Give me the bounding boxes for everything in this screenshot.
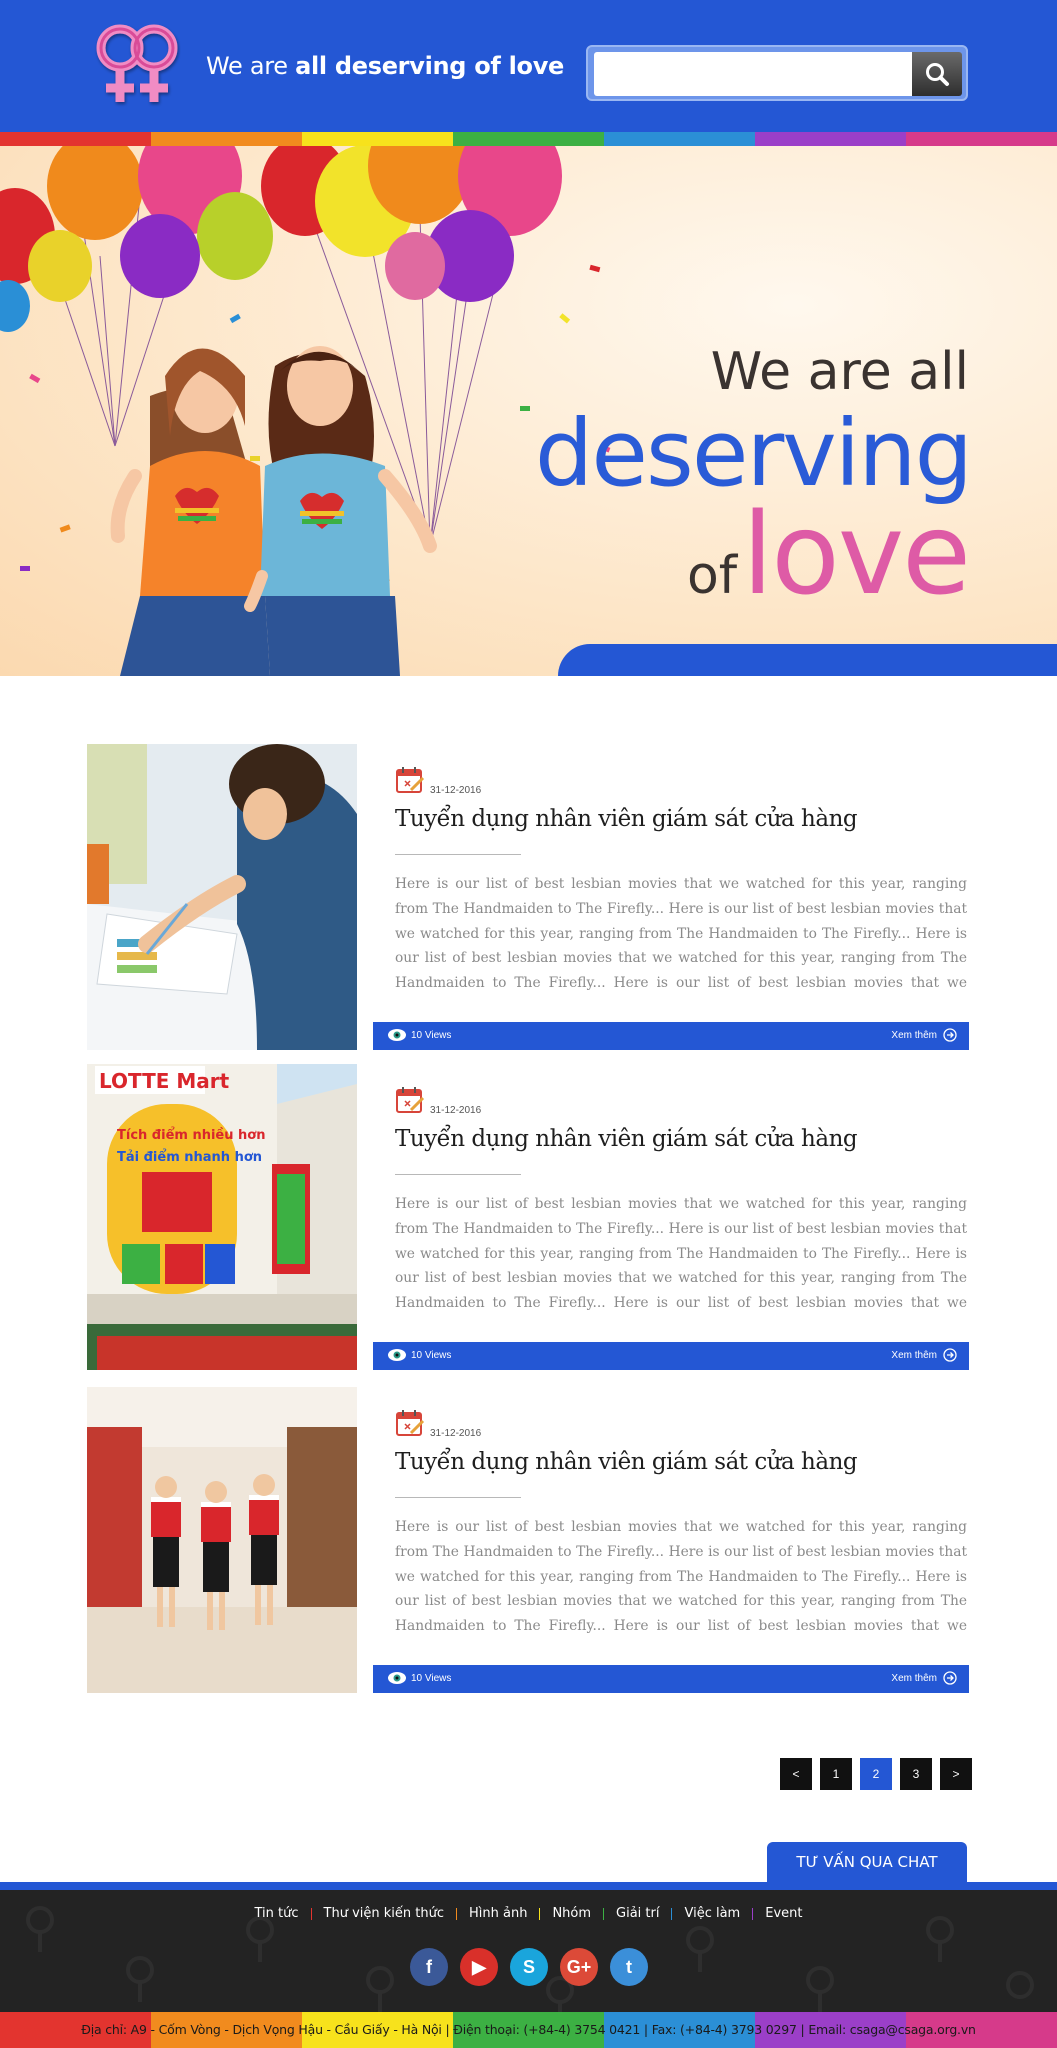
footer-nav-item[interactable]: Tin tức bbox=[243, 1906, 311, 1921]
read-more-label: Xem thêm bbox=[891, 1349, 937, 1361]
article-thumbnail[interactable] bbox=[87, 744, 357, 1050]
footer-nav-item[interactable]: Thư viện kiến thức bbox=[312, 1906, 456, 1921]
title-divider bbox=[395, 854, 521, 855]
image-brand-text: LOTTE Mart bbox=[99, 1069, 230, 1093]
contact-info: Địa chỉ: A9 - Cốm Vòng - Dịch Vọng Hậu -… bbox=[81, 2022, 976, 2037]
rainbow-segment bbox=[0, 132, 151, 146]
read-more-label: Xem thêm bbox=[891, 1029, 937, 1041]
article-card: 31-12-2016 Tuyển dụng nhân viên giám sát… bbox=[87, 1387, 969, 1693]
article-content: 31-12-2016 Tuyển dụng nhân viên giám sát… bbox=[373, 744, 969, 1050]
facebook-icon[interactable]: f bbox=[410, 1948, 448, 1986]
calendar-icon bbox=[396, 767, 425, 793]
banner-accent-tab bbox=[558, 644, 1057, 676]
search-input[interactable] bbox=[594, 52, 916, 96]
article-excerpt: Here is our list of best lesbian movies … bbox=[395, 1196, 967, 1312]
twitter-icon[interactable]: t bbox=[610, 1948, 648, 1986]
arrow-right-circle-icon bbox=[943, 1671, 957, 1685]
article-thumbnail[interactable]: LOTTE Mart Tích điểm nhiều hơn Tải điểm … bbox=[87, 1064, 357, 1370]
chat-consult-button[interactable]: TƯ VẤN QUA CHAT bbox=[767, 1842, 967, 1882]
pagination-next[interactable]: > bbox=[940, 1758, 972, 1790]
social-links: f ▶ S G+ t bbox=[410, 1948, 648, 1986]
eye-icon bbox=[388, 1349, 406, 1361]
article-title[interactable]: Tuyển dụng nhân viên giám sát cửa hàng bbox=[395, 1449, 858, 1475]
views-counter: 10 Views bbox=[387, 1348, 451, 1362]
pagination-page-3[interactable]: 3 bbox=[900, 1758, 932, 1790]
article-footer-bar: 10 Views Xem thêm bbox=[373, 1342, 969, 1370]
arrow-right-circle-icon bbox=[943, 1348, 957, 1362]
read-more-link[interactable]: Xem thêm bbox=[891, 1671, 957, 1685]
search-button[interactable] bbox=[912, 52, 962, 96]
read-more-link[interactable]: Xem thêm bbox=[891, 1028, 957, 1042]
image-promo-line-2: Tải điểm nhanh hơn bbox=[117, 1149, 262, 1165]
pagination: < 1 2 3 > bbox=[780, 1758, 972, 1790]
calendar-icon bbox=[396, 1087, 425, 1113]
footer-top-bar bbox=[0, 1882, 1057, 1890]
article-thumbnail[interactable] bbox=[87, 1387, 357, 1693]
footer-nav-item[interactable]: Event bbox=[753, 1906, 814, 1921]
rainbow-segment bbox=[906, 132, 1057, 146]
read-more-link[interactable]: Xem thêm bbox=[891, 1348, 957, 1362]
footer-nav-item[interactable]: Việc làm bbox=[672, 1906, 752, 1921]
image-promo-line-1: Tích điểm nhiều hơn bbox=[117, 1127, 265, 1143]
article-footer-bar: 10 Views Xem thêm bbox=[373, 1665, 969, 1693]
title-divider bbox=[395, 1174, 521, 1175]
banner-line-1: We are all bbox=[710, 342, 969, 402]
read-more-label: Xem thêm bbox=[891, 1672, 937, 1684]
pagination-page-2[interactable]: 2 bbox=[860, 1758, 892, 1790]
views-label: 10 Views bbox=[411, 1029, 452, 1041]
article-footer-bar: 10 Views Xem thêm bbox=[373, 1022, 969, 1050]
article-excerpt: Here is our list of best lesbian movies … bbox=[395, 876, 967, 992]
views-counter: 10 Views bbox=[387, 1028, 451, 1042]
views-label: 10 Views bbox=[411, 1672, 452, 1684]
rainbow-segment bbox=[604, 132, 755, 146]
footer-nav-item[interactable]: Nhóm bbox=[540, 1906, 603, 1921]
arrow-right-circle-icon bbox=[943, 1028, 957, 1042]
hero-banner: We are all deserving of love bbox=[0, 146, 1057, 676]
logo-icon[interactable] bbox=[84, 18, 196, 110]
title-divider bbox=[395, 1497, 521, 1498]
youtube-icon[interactable]: ▶ bbox=[460, 1948, 498, 1986]
article-card: 31-12-2016 Tuyển dụng nhân viên giám sát… bbox=[87, 744, 969, 1050]
banner-line-3: of love bbox=[686, 490, 971, 620]
google-plus-icon[interactable]: G+ bbox=[560, 1948, 598, 1986]
article-excerpt: Here is our list of best lesbian movies … bbox=[395, 1519, 967, 1635]
rainbow-stripe bbox=[0, 132, 1057, 146]
eye-icon bbox=[388, 1029, 406, 1041]
article-date: 31-12-2016 bbox=[430, 785, 482, 796]
calendar-icon bbox=[396, 1410, 425, 1436]
site-footer: Tin tức Thư viện kiến thức Hình ảnh Nhóm Giả… bbox=[0, 1890, 1057, 2012]
views-label: 10 Views bbox=[411, 1349, 452, 1361]
footer-nav-item[interactable]: Hình ảnh bbox=[457, 1906, 539, 1921]
views-counter: 10 Views bbox=[387, 1671, 451, 1685]
rainbow-segment bbox=[151, 132, 302, 146]
eye-icon bbox=[388, 1672, 406, 1684]
pagination-prev[interactable]: < bbox=[780, 1758, 812, 1790]
article-card: LOTTE Mart Tích điểm nhiều hơn Tải điểm … bbox=[87, 1064, 969, 1370]
search-icon bbox=[926, 63, 949, 86]
article-content: 31-12-2016 Tuyển dụng nhân viên giám sát… bbox=[373, 1387, 969, 1693]
article-date: 31-12-2016 bbox=[430, 1428, 482, 1439]
rainbow-segment bbox=[453, 132, 604, 146]
skype-icon[interactable]: S bbox=[510, 1948, 548, 1986]
rainbow-segment bbox=[755, 132, 906, 146]
rainbow-segment bbox=[302, 132, 453, 146]
article-title[interactable]: Tuyển dụng nhân viên giám sát cửa hàng bbox=[395, 1126, 858, 1152]
article-content: 31-12-2016 Tuyển dụng nhân viên giám sát… bbox=[373, 1064, 969, 1370]
article-title[interactable]: Tuyển dụng nhân viên giám sát cửa hàng bbox=[395, 806, 858, 832]
site-header: We are all deserving of love bbox=[0, 0, 1057, 132]
site-tagline: We are all deserving of love bbox=[206, 52, 565, 80]
search-box bbox=[586, 45, 968, 101]
footer-nav-item[interactable]: Giải trí bbox=[604, 1906, 671, 1921]
footer-nav: Tin tức Thư viện kiến thức Hình ảnh Nhóm Giả… bbox=[0, 1906, 1057, 1921]
article-date: 31-12-2016 bbox=[430, 1105, 482, 1116]
pagination-page-1[interactable]: 1 bbox=[820, 1758, 852, 1790]
